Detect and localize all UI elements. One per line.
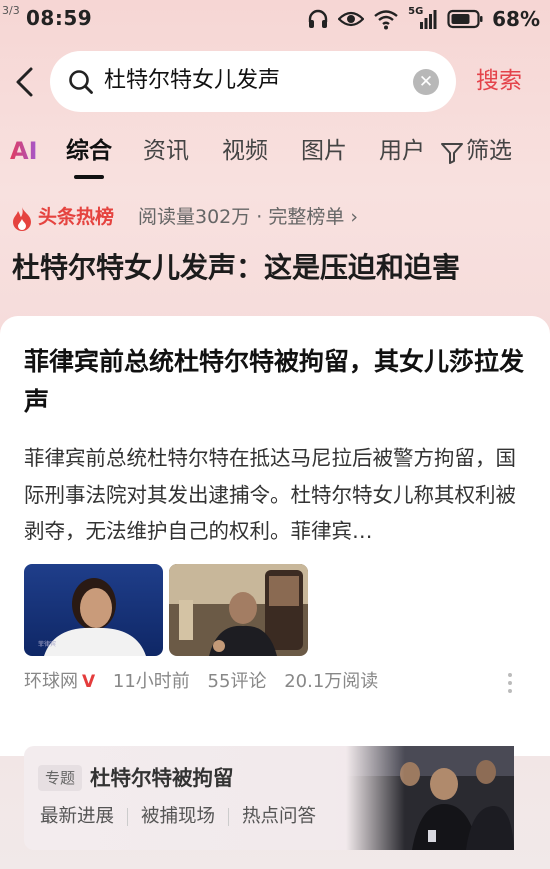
divider <box>228 808 230 826</box>
status-icons: 5G 68% <box>307 6 540 32</box>
signal-icon: 5G <box>408 6 438 30</box>
hot-headline[interactable]: 杜特尔特女儿发声：这是压迫和迫害 <box>12 248 460 288</box>
topic-image[interactable] <box>346 746 514 850</box>
tab-users[interactable]: 用户 <box>379 133 425 169</box>
headphones-icon <box>308 9 328 28</box>
topic-link-latest[interactable]: 最新进展 <box>40 803 114 831</box>
active-tab-indicator <box>74 175 104 179</box>
tab-images[interactable]: 图片 <box>301 133 347 169</box>
topic-title[interactable]: 杜特尔特被拘留 <box>90 762 234 794</box>
article-summary[interactable]: 菲律宾前总统杜特尔特在抵达马尼拉后被警方拘留，国际刑事法院对其发出逮捕令。杜特尔… <box>24 440 524 550</box>
tab-filter[interactable]: 筛选 <box>466 133 512 169</box>
search-icon <box>69 70 93 94</box>
battery-icon <box>447 9 483 29</box>
hot-list-meta[interactable]: 阅读量302万 · 完整榜单 › <box>138 203 358 231</box>
verified-icon: V <box>82 672 96 692</box>
article-reads: 20.1万阅读 <box>284 671 379 692</box>
battery-level: 68% <box>492 7 540 31</box>
page-indicator: 3/3 <box>2 4 20 17</box>
search-button[interactable]: 搜索 <box>476 64 522 98</box>
filter-icon <box>441 143 463 164</box>
svg-text:菲律宾: 菲律宾 <box>38 640 56 648</box>
topic-link-scene[interactable]: 被捕现场 <box>141 803 215 831</box>
tab-ai[interactable]: AI <box>10 133 38 169</box>
tab-news[interactable]: 资讯 <box>143 133 189 169</box>
article-meta: 环球网 V 11小时前 55评论 20.1万阅读 <box>24 669 390 695</box>
more-options-icon[interactable] <box>505 672 515 694</box>
wifi-icon <box>374 10 398 30</box>
flame-icon <box>13 207 31 231</box>
article-time: 11小时前 <box>112 671 190 692</box>
article-image-1[interactable]: 菲律宾 <box>24 564 163 656</box>
search-input[interactable]: 杜特尔特女儿发声 <box>104 65 280 97</box>
back-arrow-icon[interactable] <box>12 66 38 98</box>
hot-list-label[interactable]: 头条热榜 <box>38 203 114 231</box>
topic-link-qa[interactable]: 热点问答 <box>242 803 316 831</box>
close-icon: ✕ <box>418 72 434 92</box>
clear-search-button[interactable]: ✕ <box>413 69 439 95</box>
eye-icon <box>338 11 365 27</box>
article-image-2[interactable] <box>169 564 308 656</box>
divider <box>127 808 129 826</box>
article-comments: 55评论 <box>207 671 267 692</box>
topic-tag: 专题 <box>38 765 82 791</box>
article-source[interactable]: 环球网 <box>24 671 78 692</box>
topic-links: 最新进展 被捕现场 热点问答 <box>40 803 316 831</box>
tab-comprehensive[interactable]: 综合 <box>66 133 112 169</box>
article-title[interactable]: 菲律宾前总统杜特尔特被拘留，其女儿莎拉发声 <box>24 342 524 422</box>
tab-video[interactable]: 视频 <box>222 133 268 169</box>
status-time: 08:59 <box>26 6 93 30</box>
